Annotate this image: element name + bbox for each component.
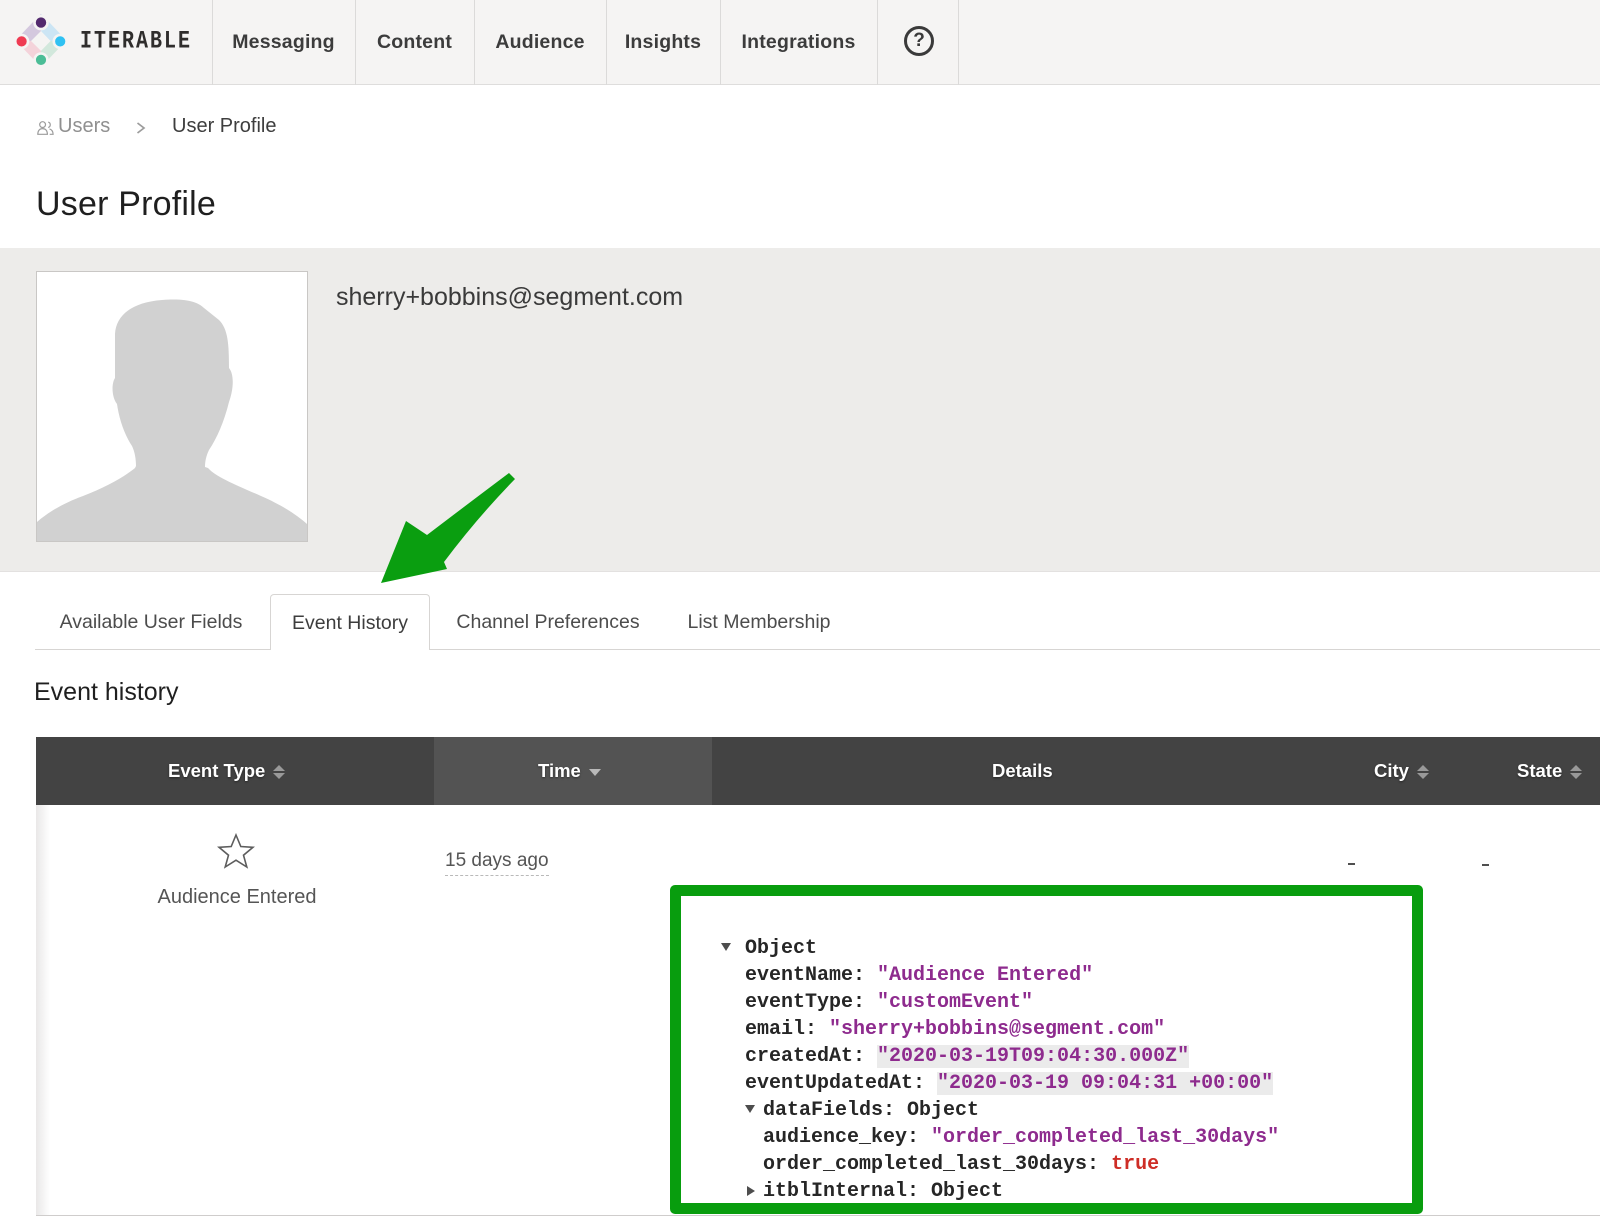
svg-text:ITERABLE: ITERABLE [80, 28, 192, 52]
